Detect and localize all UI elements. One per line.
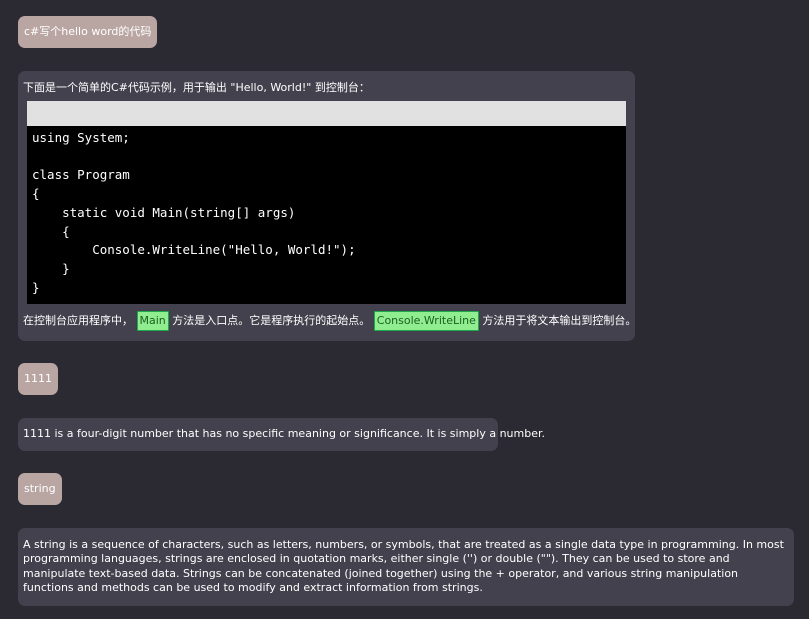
user-message: string [18, 473, 62, 505]
user-message: 1111 [18, 363, 58, 395]
chat-container: c#写个hello word的代码 下面是一个简单的C#代码示例，用于输出 "H… [0, 0, 809, 619]
message-text: 1111 [24, 372, 52, 385]
message-text-part: 方法是入口点。它是程序执行的起始点。 [172, 314, 371, 327]
code-block-header [27, 101, 626, 126]
message-text: A string is a sequence of characters, su… [23, 538, 784, 595]
message-text: 在控制台应用程序中， Main 方法是入口点。它是程序执行的起始点。 Conso… [23, 311, 636, 331]
inline-code: Console.WriteLine [373, 311, 479, 331]
assistant-message: 下面是一个简单的C#代码示例，用于输出 "Hello, World!" 到控制台… [18, 71, 636, 341]
message-text: c#写个hello word的代码 [24, 25, 152, 38]
message-text-part: 方法用于将文本输出到控制台。 [482, 314, 637, 327]
assistant-message: 1111 is a four-digit number that has no … [18, 418, 545, 451]
user-message: c#写个hello word的代码 [18, 16, 158, 48]
message-text-part: 在控制台应用程序中， [23, 314, 133, 327]
message-text: 下面是一个简单的C#代码示例，用于输出 "Hello, World!" 到控制台… [23, 81, 370, 94]
message-text: 1111 is a four-digit number that has no … [23, 427, 546, 440]
message-text: string [24, 482, 56, 495]
inline-code: Main [136, 311, 169, 331]
code-block: using System; class Program { static voi… [27, 126, 626, 304]
assistant-message: A string is a sequence of characters, su… [18, 528, 794, 606]
